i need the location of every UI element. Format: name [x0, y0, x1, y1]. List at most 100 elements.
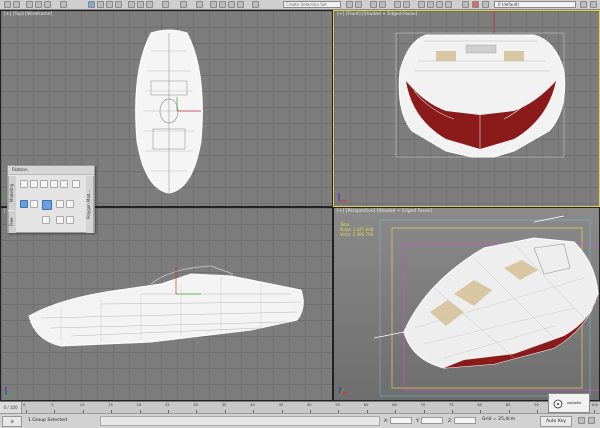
- coord-y: Y:: [416, 417, 443, 424]
- link-icon[interactable]: [26, 1, 33, 8]
- reference-coordinate-icon[interactable]: [162, 1, 169, 8]
- viewport-front[interactable]: [+] [Front] [Shaded + Edged Faces]: [333, 10, 600, 207]
- viewport-perspective[interactable]: [+] [Perspective] [Shaded + Edged Faces]…: [333, 207, 600, 401]
- rendered-frame-window-icon[interactable]: [436, 1, 443, 8]
- edge-icon[interactable]: [30, 180, 38, 188]
- select-by-name-icon[interactable]: [97, 1, 104, 8]
- timeline-tick-label: 45: [278, 403, 284, 407]
- move-icon[interactable]: [128, 1, 135, 8]
- geometry-all-icon[interactable]: [42, 200, 52, 210]
- coord-z-input[interactable]: [453, 417, 476, 424]
- coord-x-input[interactable]: [389, 417, 412, 424]
- coord-x-label: X:: [384, 419, 389, 424]
- edit-poly-icon[interactable]: [20, 200, 28, 208]
- render-production-icon[interactable]: [445, 1, 452, 8]
- grow-icon[interactable]: [42, 216, 50, 224]
- timeline-tick-label: 15: [108, 403, 113, 407]
- current-layer-dropdown[interactable]: 0 (default): [494, 1, 576, 8]
- viewport-left[interactable]: [+] [Left] [Wireframe]: [0, 207, 333, 401]
- modify-mode-icon[interactable]: [72, 180, 80, 188]
- axis-tripod-icon: [339, 387, 348, 395]
- axis-tripod-icon: [5, 387, 14, 396]
- timeline-tick-label: 10: [79, 403, 85, 407]
- coord-x: X:: [384, 417, 412, 424]
- timeline-tick-label: 75: [449, 403, 454, 407]
- layer-freeze-icon[interactable]: [472, 1, 479, 8]
- layer-add-icon[interactable]: [482, 1, 489, 8]
- cut-icon[interactable]: [56, 200, 64, 208]
- timeline-tick-label: 5: [51, 403, 54, 407]
- bind-spacewarp-icon[interactable]: [44, 1, 51, 8]
- timeline-tick-label: 80: [477, 403, 482, 407]
- swift-loop-icon[interactable]: [30, 200, 38, 208]
- grid-size-text: Grid = 25,4cm: [482, 417, 515, 422]
- layer-properties-icon[interactable]: [580, 1, 587, 8]
- vertex-icon[interactable]: [20, 180, 28, 188]
- boat-perspective-shaded: [373, 215, 599, 397]
- time-config-icon[interactable]: [588, 417, 595, 424]
- element-icon[interactable]: [60, 180, 68, 188]
- layer-manager-icon[interactable]: [370, 1, 377, 8]
- ribbon-tab-polygon-modeling[interactable]: Polygon Mod...: [86, 176, 94, 233]
- orbit-icon[interactable]: [552, 398, 564, 410]
- auto-key-button[interactable]: Auto Key: [540, 416, 572, 427]
- ribbon-tab-freeform[interactable]: Free: [8, 211, 16, 233]
- time-slider[interactable]: 0 / 100: [0, 402, 22, 413]
- ribbon-tab-modeling[interactable]: Modeling: [8, 176, 16, 210]
- percent-snap-icon[interactable]: [228, 1, 235, 8]
- angle-snap-icon[interactable]: [219, 1, 226, 8]
- named-selection-set-input[interactable]: Create Selection Set: [283, 1, 341, 8]
- ribbon-title[interactable]: Ribbon: [8, 166, 94, 175]
- schematic-view-icon[interactable]: [403, 1, 410, 8]
- timeline-tick-label: 85: [505, 403, 511, 407]
- undo-icon[interactable]: [4, 1, 11, 8]
- timeline-tick-label: 35: [221, 403, 227, 407]
- maxscript-listener-button[interactable]: ☰: [2, 416, 22, 427]
- timeline-tick-label: 0: [23, 403, 26, 407]
- loop-icon[interactable]: [66, 216, 74, 224]
- curve-editor-icon[interactable]: [394, 1, 401, 8]
- rotate-icon[interactable]: [137, 1, 144, 8]
- unlink-icon[interactable]: [35, 1, 42, 8]
- mirror-icon[interactable]: [346, 1, 353, 8]
- timeline-tick-label: 25: [165, 403, 170, 407]
- border-icon[interactable]: [40, 180, 48, 188]
- main-toolbar: Create Selection Set 0 (default): [0, 0, 600, 10]
- pivot-center-icon[interactable]: [180, 1, 187, 8]
- axis-tripod-icon: [338, 193, 347, 202]
- nav-widget-label: zakladki: [567, 401, 582, 405]
- scale-icon[interactable]: [146, 1, 153, 8]
- timeline-tick-label: 55: [335, 403, 340, 407]
- quickslice-icon[interactable]: [66, 200, 74, 208]
- navigation-widget[interactable]: zakladki: [548, 393, 590, 413]
- layer-select-icon[interactable]: [590, 1, 597, 8]
- coord-z: Z:: [448, 417, 476, 424]
- coord-y-input[interactable]: [420, 417, 443, 424]
- graphite-tools-icon[interactable]: [379, 1, 386, 8]
- spinner-snap-icon[interactable]: [237, 1, 244, 8]
- timeline-tick-label: 90: [534, 403, 539, 407]
- render-setup-icon[interactable]: [427, 1, 434, 8]
- selection-filter-icon[interactable]: [60, 1, 67, 8]
- select-object-icon[interactable]: [88, 1, 95, 8]
- align-icon[interactable]: [355, 1, 362, 8]
- timeline-tick-label: 50: [307, 403, 312, 407]
- ribbon-panel[interactable]: Ribbon Modeling Free Polygon Mod...: [7, 165, 95, 233]
- layer-visibility-icon[interactable]: [462, 1, 469, 8]
- material-editor-icon[interactable]: [418, 1, 425, 8]
- boat-side-wireframe: [28, 265, 304, 347]
- snap-toggle-icon[interactable]: [210, 1, 217, 8]
- polygon-icon[interactable]: [50, 180, 58, 188]
- edit-named-selection-icon[interactable]: [252, 1, 259, 8]
- rectangular-selection-icon[interactable]: [106, 1, 113, 8]
- key-filters-icon[interactable]: [578, 417, 585, 424]
- coord-z-label: Z:: [448, 419, 453, 424]
- window-crossing-icon[interactable]: [115, 1, 122, 8]
- boat-front-shaded: [395, 11, 566, 158]
- timeline-track[interactable]: 0 / 100 0 5 10 15 20 25 30 35 40 45 50 55 60 65 70 75 80…: [0, 401, 600, 413]
- shrink-icon[interactable]: [56, 216, 64, 224]
- coord-y-label: Y:: [416, 419, 420, 424]
- redo-icon[interactable]: [13, 1, 20, 8]
- prompt-line: [100, 416, 380, 426]
- select-manipulate-icon[interactable]: [196, 1, 203, 8]
